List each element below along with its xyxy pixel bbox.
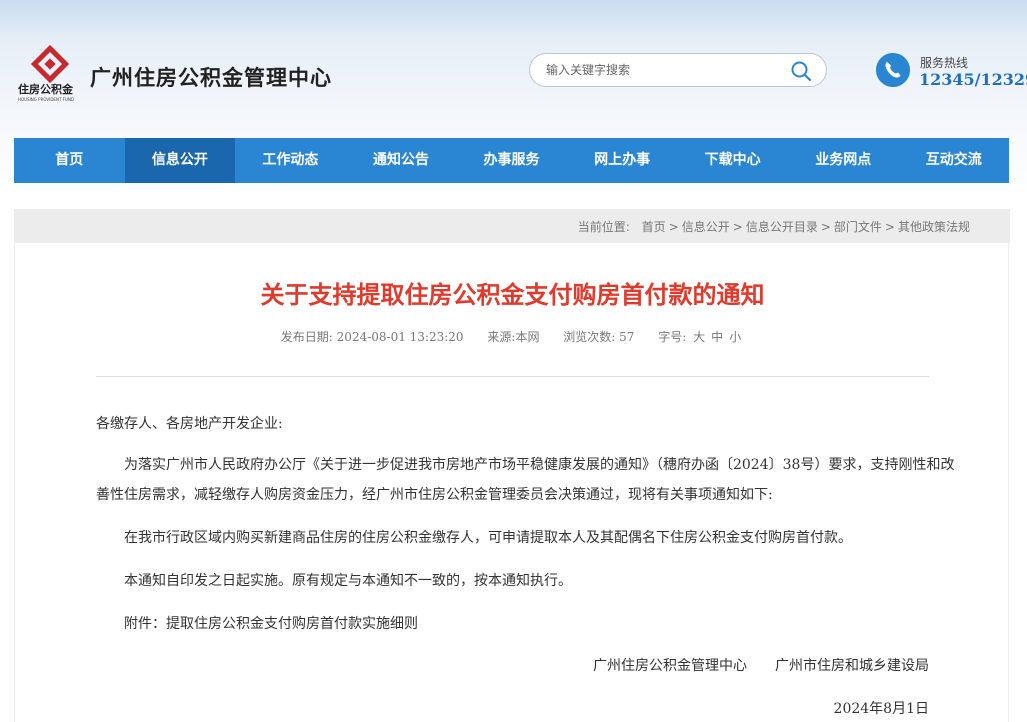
source-label: 来源: xyxy=(487,330,516,344)
article-container: 当前位置: 首页 > 信息公开 > 信息公开目录 > 部门文件 > 其他政策法规 关于支持提取住… xyxy=(14,209,1010,722)
logo-subtitle-en: HOUSING PROVIDENT FUND xyxy=(18,97,74,102)
article-source: 来源:本网 xyxy=(487,330,539,344)
breadcrumb-info-catalog[interactable]: 信息公开目录 xyxy=(746,220,818,234)
article-paragraph-3: 本通知自印发之日起实施。原有规定与本通知不一致的，按本通知执行。 xyxy=(124,573,572,589)
article-salutation: 各缴存人、各房地产开发企业: xyxy=(96,416,283,432)
breadcrumb-separator: > xyxy=(820,220,831,234)
service-hotline: 服务热线 12345/12329 xyxy=(876,52,1027,92)
breadcrumb-bar: 当前位置: 首页 > 信息公开 > 信息公开目录 > 部门文件 > 其他政策法规 xyxy=(15,209,1010,243)
main-nav: 首页 信息公开 工作动态 通知公告 办事服务 网上办事 下载中心 业务网点 互动… xyxy=(14,138,1009,183)
article-sign-date: 2024年8月1日 xyxy=(833,701,929,717)
breadcrumb-info-disclosure[interactable]: 信息公开 xyxy=(682,220,730,234)
breadcrumb: 当前位置: 首页 > 信息公开 > 信息公开目录 > 部门文件 > 其他政策法规 xyxy=(578,218,970,235)
breadcrumb-separator: > xyxy=(732,220,743,234)
nav-home[interactable]: 首页 xyxy=(14,138,125,183)
article-signers: 广州住房公积金管理中心 广州市住房和城乡建设局 xyxy=(593,658,929,674)
nav-downloads[interactable]: 下载中心 xyxy=(677,138,788,183)
logo-subtitle: 住房公积金 xyxy=(18,82,74,96)
breadcrumb-other-policies[interactable]: 其他政策法规 xyxy=(898,220,970,234)
nav-online-services[interactable]: 网上办事 xyxy=(567,138,678,183)
phone-icon xyxy=(876,53,910,87)
source-value: 本网 xyxy=(515,330,540,344)
breadcrumb-home[interactable]: 首页 xyxy=(642,220,666,234)
view-count: 浏览次数: 57 xyxy=(563,330,634,344)
font-size-label: 字号: xyxy=(658,330,687,344)
article-paragraph-1-line-2: 善性住房需求，减轻缴存人购房资金压力，经广州市住房公积金管理委员会决策通过，现将… xyxy=(96,487,773,503)
nav-notices[interactable]: 通知公告 xyxy=(346,138,457,183)
nav-services[interactable]: 办事服务 xyxy=(456,138,567,183)
font-size-medium-button[interactable]: 中 xyxy=(711,330,723,344)
nav-service-outlets[interactable]: 业务网点 xyxy=(788,138,899,183)
article-paragraph-1-line-1: 为落实广州市人民政府办公厅《关于进一步促进我市房地产市场平稳健康发展的通知》（穗… xyxy=(124,457,955,473)
hotline-number: 12345/12329 xyxy=(919,70,1027,89)
hotline-label: 服务热线 xyxy=(920,56,969,70)
breadcrumb-separator: > xyxy=(884,220,895,234)
breadcrumb-label: 当前位置: xyxy=(577,220,630,234)
search-icon[interactable] xyxy=(790,60,812,82)
search-input[interactable] xyxy=(546,60,786,80)
article-paragraph-2: 在我市行政区域内购买新建商品住房的住房公积金缴存人，可申请提取本人及其配偶名下住… xyxy=(124,530,852,546)
breadcrumb-dept-docs[interactable]: 部门文件 xyxy=(834,220,882,234)
article-attachment[interactable]: 附件：提取住房公积金支付购房首付款实施细则 xyxy=(96,609,929,639)
housing-fund-logo-icon: 住房公积金 HOUSING PROVIDENT FUND xyxy=(18,44,74,102)
site-header: 住房公积金 HOUSING PROVIDENT FUND 广州住房公积金管理中心… xyxy=(0,0,1027,130)
article-title: 关于支持提取住房公积金支付购房首付款的通知 xyxy=(260,280,765,309)
nav-interaction[interactable]: 互动交流 xyxy=(899,138,1010,183)
publish-date-value: 2024-08-01 13:23:20 xyxy=(336,330,464,344)
font-size-small-button[interactable]: 小 xyxy=(729,330,741,344)
views-label: 浏览次数: xyxy=(563,330,616,344)
font-size-controls: 字号: 大中小 xyxy=(658,330,744,344)
search-box xyxy=(529,53,827,87)
title-divider xyxy=(96,376,929,377)
nav-work-news[interactable]: 工作动态 xyxy=(235,138,346,183)
article-meta: 发布日期: 2024-08-01 13:23:20 来源:本网 浏览次数: 57… xyxy=(15,328,1010,345)
site-title: 广州住房公积金管理中心 xyxy=(90,66,332,90)
nav-info-disclosure[interactable]: 信息公开 xyxy=(124,138,236,183)
breadcrumb-separator: > xyxy=(668,220,679,234)
views-value: 57 xyxy=(619,330,635,344)
site-logo[interactable]: 住房公积金 HOUSING PROVIDENT FUND 广州住房公积金管理中心 xyxy=(16,44,356,104)
font-size-large-button[interactable]: 大 xyxy=(693,330,705,344)
publish-date-label: 发布日期: xyxy=(280,330,333,344)
publish-date: 发布日期: 2024-08-01 13:23:20 xyxy=(281,330,464,344)
